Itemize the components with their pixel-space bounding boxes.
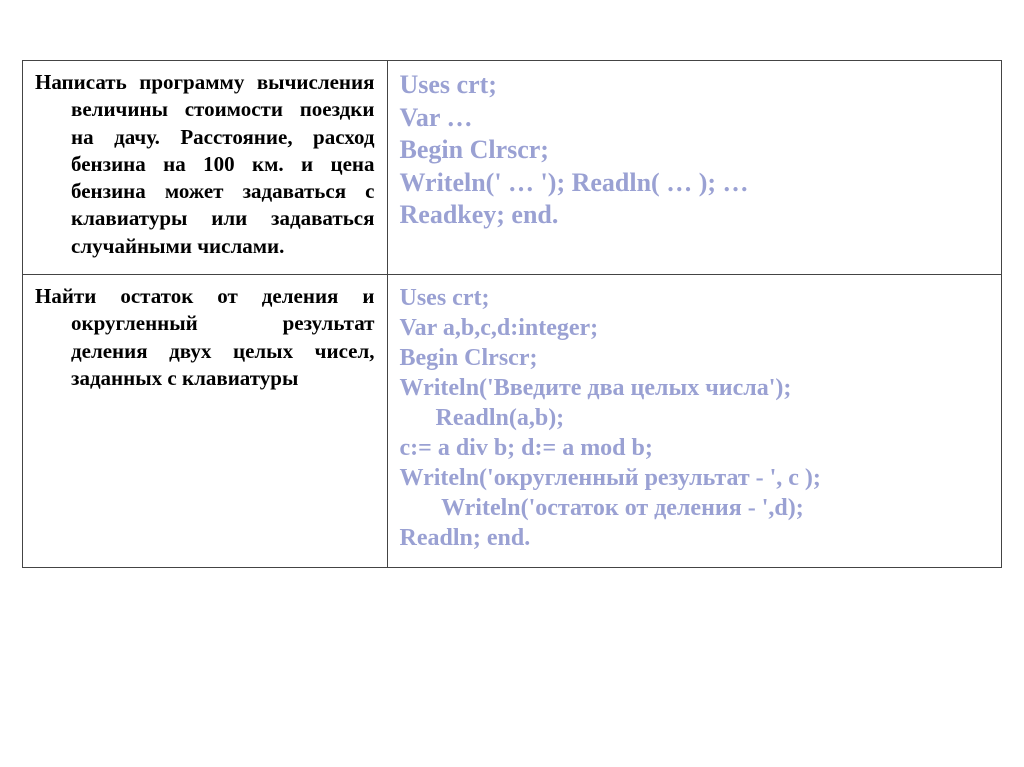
code-line: Readln; end.: [400, 523, 990, 553]
code-line: Writeln('Введите два целых числа');: [400, 373, 990, 403]
code-line: Readln(a,b);: [400, 403, 990, 433]
code-cell: Uses crt; Var … Begin Clrscr; Writeln(' …: [387, 61, 1002, 275]
task-text: Найти остаток от деления и округленный р…: [71, 283, 375, 392]
content-table: Написать программу вычисления величины с…: [22, 60, 1002, 568]
code-line: Writeln('остаток от деления - ',d);: [400, 493, 990, 523]
task-cell: Найти остаток от деления и округленный р…: [23, 275, 388, 568]
code-cell: Uses crt; Var a,b,c,d:integer; Begin Clr…: [387, 275, 1002, 568]
slide: Написать программу вычисления величины с…: [0, 0, 1024, 588]
code-line: Begin Clrscr;: [400, 343, 990, 373]
task-text: Написать программу вычисления величины с…: [71, 69, 375, 260]
code-block: Uses crt; Var a,b,c,d:integer; Begin Clr…: [400, 283, 990, 553]
task-cell: Написать программу вычисления величины с…: [23, 61, 388, 275]
code-line: Uses crt;: [400, 69, 990, 102]
code-line: Uses crt;: [400, 283, 990, 313]
table-row: Написать программу вычисления величины с…: [23, 61, 1002, 275]
code-line: Begin Clrscr;: [400, 134, 990, 167]
code-block: Uses crt; Var … Begin Clrscr; Writeln(' …: [400, 69, 990, 232]
code-line: Var a,b,c,d:integer;: [400, 313, 990, 343]
code-line: Writeln('округленный результат - ', c );: [400, 463, 990, 493]
code-line: Var …: [400, 102, 990, 135]
code-line: c:= a div b; d:= a mod b;: [400, 433, 990, 463]
table-row: Найти остаток от деления и округленный р…: [23, 275, 1002, 568]
code-line: Readkey; end.: [400, 199, 990, 232]
code-line: Writeln(' … '); Readln( … ); …: [400, 167, 990, 200]
